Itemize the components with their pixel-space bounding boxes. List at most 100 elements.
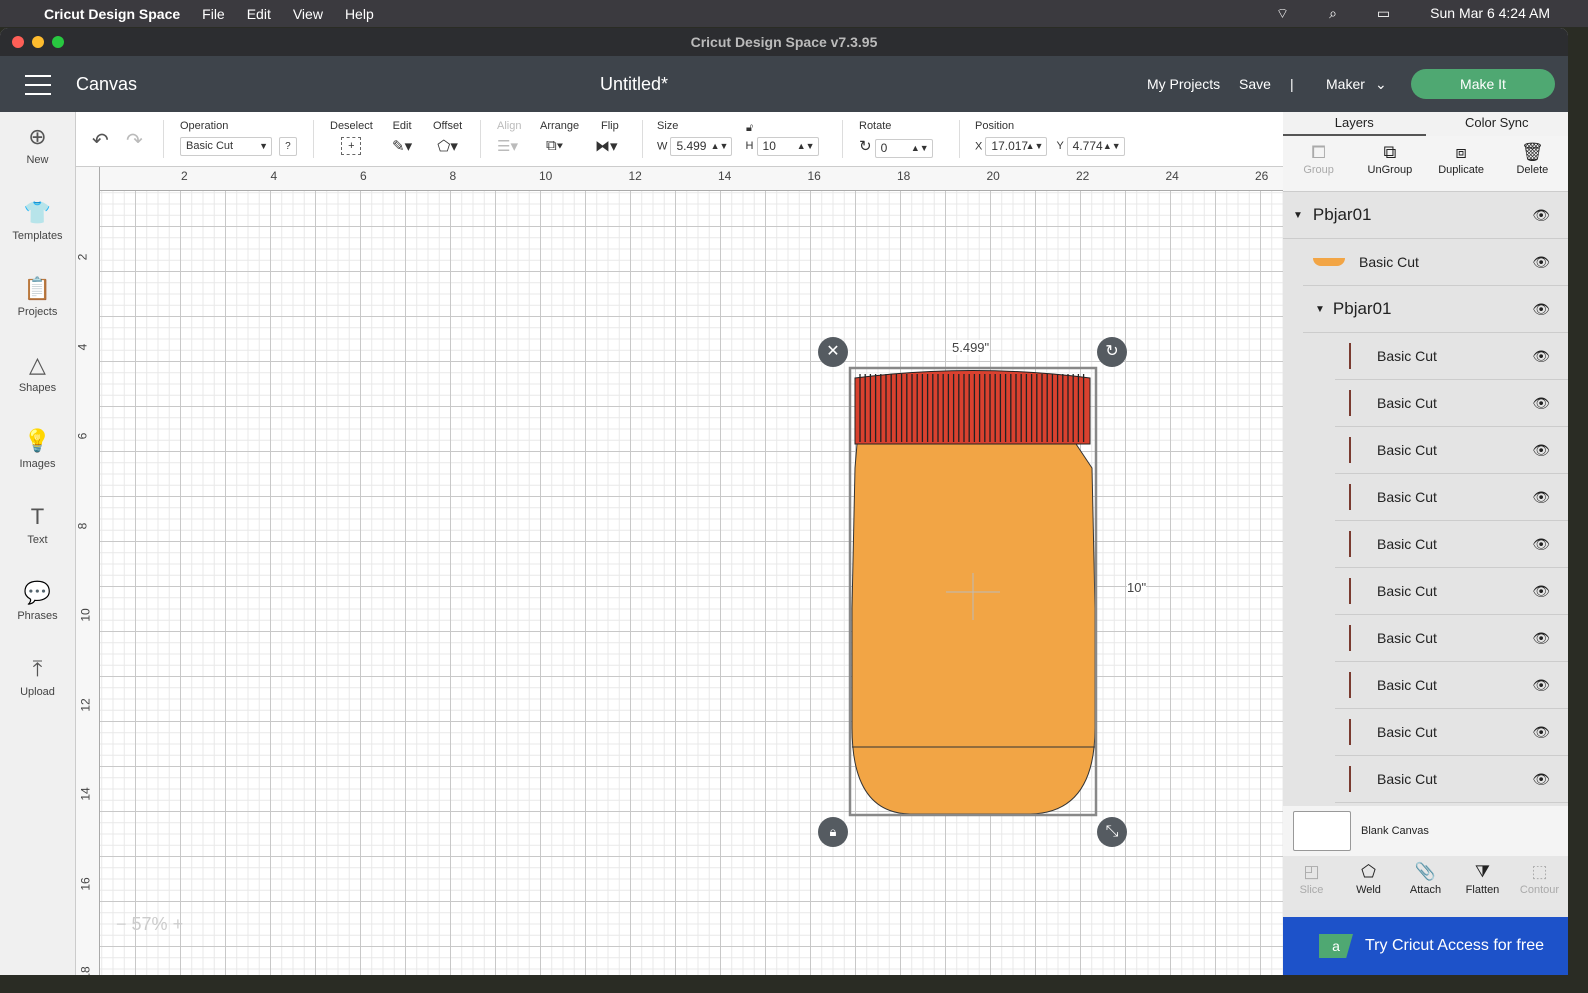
minimize-window-button[interactable] bbox=[32, 36, 44, 48]
duplicate-button[interactable]: ⧈ Duplicate bbox=[1426, 136, 1497, 191]
lock-handle-icon[interactable]: 🔒︎ bbox=[818, 817, 848, 847]
flatten-button[interactable]: ⧩ Flatten bbox=[1454, 856, 1511, 910]
eye-icon[interactable]: 👁 bbox=[1532, 254, 1550, 271]
action-label: Flatten bbox=[1465, 884, 1500, 896]
chevron-down-icon[interactable]: ⌄ bbox=[1375, 76, 1387, 93]
flip-icon[interactable]: ⧓▾ bbox=[595, 138, 618, 155]
undo-icon[interactable]: ↶ bbox=[92, 128, 109, 153]
rotate-handle-icon[interactable]: ↻ bbox=[1097, 337, 1127, 367]
layer-item[interactable]: Basic Cut👁 bbox=[1303, 239, 1568, 286]
attach-button[interactable]: 📎 Attach bbox=[1397, 856, 1454, 910]
delete-handle-icon[interactable]: ✕ bbox=[818, 337, 848, 367]
layer-name: Basic Cut bbox=[1377, 395, 1437, 411]
eye-icon[interactable]: 👁 bbox=[1532, 677, 1550, 694]
menu-edit[interactable]: Edit bbox=[247, 6, 271, 22]
eye-icon[interactable]: 👁 bbox=[1532, 536, 1550, 553]
eye-icon[interactable]: 👁 bbox=[1532, 489, 1550, 506]
search-icon[interactable]: ⌕ bbox=[1329, 5, 1337, 23]
layer-item[interactable]: Basic Cut👁 bbox=[1335, 521, 1568, 568]
operation-help-button[interactable]: ? bbox=[279, 137, 297, 156]
slice-button[interactable]: ◰ Slice bbox=[1283, 856, 1340, 910]
layers-panel: Layers Color Sync ⧠ Group ⧉ UnGroup ⧈ Duplicat… bbox=[1283, 112, 1568, 975]
eye-icon[interactable]: 👁 bbox=[1532, 395, 1550, 412]
sidebar-item-shapes[interactable]: △ Shapes bbox=[0, 340, 75, 416]
arrange-icon[interactable]: ⧉▾ bbox=[540, 137, 563, 154]
x-input[interactable]: 17.017 ▲▼ bbox=[985, 137, 1048, 156]
layer-item[interactable]: Basic Cut👁 bbox=[1335, 474, 1568, 521]
group-button[interactable]: ⧠ Group bbox=[1283, 136, 1354, 191]
eye-icon[interactable]: 👁 bbox=[1532, 348, 1550, 365]
layer-item[interactable]: Basic Cut👁 bbox=[1335, 333, 1568, 380]
menu-help[interactable]: Help bbox=[345, 6, 374, 22]
sidebar-item-text[interactable]: T Text bbox=[0, 492, 75, 568]
attach-icon: 📎 bbox=[1414, 862, 1437, 881]
layer-item[interactable]: Basic Cut👁 bbox=[1335, 803, 1568, 806]
eye-icon[interactable]: 👁 bbox=[1532, 301, 1550, 318]
edit-icon[interactable]: ✎▾ bbox=[392, 138, 412, 155]
menu-view[interactable]: View bbox=[293, 6, 323, 22]
sidebar-item-images[interactable]: 💡 Images bbox=[0, 416, 75, 492]
rotate-input[interactable]: 0 ▲▼ bbox=[874, 138, 933, 158]
battery-icon[interactable]: ▭ bbox=[1377, 5, 1390, 23]
sidebar-item-templates[interactable]: 👕 Templates bbox=[0, 188, 75, 264]
eye-icon[interactable]: 👁 bbox=[1532, 724, 1550, 741]
layer-item[interactable]: Basic Cut👁 bbox=[1335, 756, 1568, 803]
height-input[interactable]: 10 ▲▼ bbox=[756, 137, 819, 156]
sidebar-item-upload[interactable]: ⤒ Upload bbox=[0, 644, 75, 720]
eye-icon[interactable]: 👁 bbox=[1532, 630, 1550, 647]
menu-file[interactable]: File bbox=[202, 6, 225, 22]
zoom-control: − 57% + bbox=[116, 914, 183, 935]
blank-canvas-row[interactable]: Blank Canvas bbox=[1283, 806, 1568, 856]
eye-icon[interactable]: 👁 bbox=[1532, 207, 1550, 224]
app-menu[interactable]: Cricut Design Space bbox=[44, 6, 180, 22]
jar-body[interactable] bbox=[851, 443, 1096, 815]
align-icon[interactable]: ☰▾ bbox=[497, 138, 518, 155]
sidebar-item-phrases[interactable]: 💬 Phrases bbox=[0, 568, 75, 644]
eye-icon[interactable]: 👁 bbox=[1532, 583, 1550, 600]
zoom-out-button[interactable]: − bbox=[116, 914, 127, 934]
layer-item[interactable]: Basic Cut👁 bbox=[1335, 615, 1568, 662]
weld-button[interactable]: ⬠ Weld bbox=[1340, 856, 1397, 910]
clock[interactable]: Sun Mar 6 4:24 AM bbox=[1430, 5, 1550, 23]
jar-lid[interactable] bbox=[854, 370, 1091, 445]
layer-group[interactable]: ▼ Pbjar01 👁 bbox=[1283, 192, 1568, 239]
layer-subgroup[interactable]: ▼ Pbjar01 👁 bbox=[1303, 286, 1568, 333]
layer-thumbnail bbox=[1349, 625, 1351, 651]
layer-item[interactable]: Basic Cut👁 bbox=[1335, 427, 1568, 474]
make-it-button[interactable]: Make It bbox=[1411, 69, 1555, 99]
delete-button[interactable]: 🗑 Delete bbox=[1497, 136, 1568, 191]
collapse-arrow-icon[interactable]: ▼ bbox=[1293, 210, 1303, 221]
wifi-icon[interactable]: ⌔ bbox=[1276, 5, 1289, 23]
eye-icon[interactable]: 👁 bbox=[1532, 771, 1550, 788]
lock-proportions-icon[interactable]: 🔓︎ bbox=[746, 122, 753, 135]
contour-button[interactable]: ⬚ Contour bbox=[1511, 856, 1568, 910]
save-button[interactable]: Save bbox=[1239, 76, 1271, 92]
my-projects-link[interactable]: My Projects bbox=[1147, 76, 1220, 92]
collapse-arrow-icon[interactable]: ▼ bbox=[1315, 304, 1325, 315]
zoom-window-button[interactable] bbox=[52, 36, 64, 48]
layer-item[interactable]: Basic Cut👁 bbox=[1335, 709, 1568, 756]
machine-select[interactable]: Maker bbox=[1326, 76, 1365, 92]
ungroup-button[interactable]: ⧉ UnGroup bbox=[1354, 136, 1425, 191]
layer-item[interactable]: Basic Cut👁 bbox=[1335, 568, 1568, 615]
sidebar-item-new[interactable]: ⊕ New bbox=[0, 112, 75, 188]
close-window-button[interactable] bbox=[12, 36, 24, 48]
sidebar-item-projects[interactable]: 📋 Projects bbox=[0, 264, 75, 340]
layer-item[interactable]: Basic Cut 👁 bbox=[1335, 380, 1568, 427]
offset-icon[interactable]: ⬠▾ bbox=[437, 138, 458, 155]
redo-icon[interactable]: ↷ bbox=[126, 128, 143, 153]
resize-handle-icon[interactable]: ⤡ bbox=[1097, 817, 1127, 847]
hamburger-menu-icon[interactable] bbox=[25, 75, 51, 102]
zoom-in-button[interactable]: + bbox=[173, 914, 184, 934]
jar-design[interactable] bbox=[840, 358, 1110, 828]
width-input[interactable]: 5.499 ▲▼ bbox=[670, 137, 733, 156]
eye-icon[interactable]: 👁 bbox=[1532, 442, 1550, 459]
operation-select[interactable]: Basic Cut ▼ bbox=[180, 137, 272, 156]
tab-color-sync[interactable]: Color Sync bbox=[1426, 112, 1569, 136]
canvas-swatch[interactable] bbox=[1293, 811, 1351, 851]
y-input[interactable]: 4.774 ▲▼ bbox=[1066, 137, 1125, 156]
deselect-icon[interactable]: + bbox=[341, 137, 362, 155]
cricut-access-banner[interactable]: a Try Cricut Access for free bbox=[1283, 917, 1568, 975]
layer-item[interactable]: Basic Cut👁 bbox=[1335, 662, 1568, 709]
tab-layers[interactable]: Layers bbox=[1283, 112, 1426, 136]
